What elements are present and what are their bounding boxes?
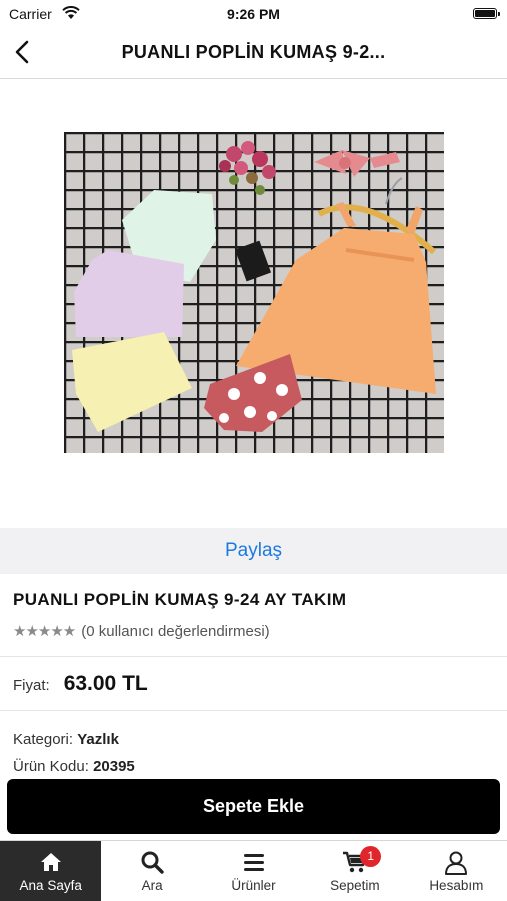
tab-search-label: Ara [141,878,163,893]
tab-home[interactable]: Ana Sayfa [0,841,102,901]
tab-account[interactable]: Hesabım [406,841,507,901]
home-icon [40,853,61,871]
price-row: Fiyat: 63.00 TL [13,672,148,696]
tab-search[interactable]: Ara [101,841,202,901]
price-label: Fiyat: [13,677,50,694]
tab-products[interactable]: Ürünler [203,841,304,901]
chevron-left-icon [15,40,29,64]
share-button[interactable]: Paylaş [0,528,507,574]
rating-row[interactable]: ★★★★★ (0 kullanıcı değerlendirmesi) [13,622,270,641]
rating-text: (0 kullanıcı değerlendirmesi) [81,622,270,640]
clock: 9:26 PM [227,6,280,22]
status-bar: Carrier 9:26 PM [0,0,507,28]
page-title: PUANLI POPLİN KUMAŞ 9-2... [121,42,386,62]
category-value[interactable]: Yazlık [77,731,119,748]
divider [0,656,507,657]
category-label: Kategori: [13,731,74,748]
tab-account-label: Hesabım [429,878,484,893]
battery-icon [473,8,500,19]
tab-products-label: Ürünler [231,878,276,893]
product-code-row: Ürün Kodu: 20395 [13,758,135,775]
search-icon [141,851,164,874]
price-value: 63.00 TL [63,672,148,695]
navigation-bar: PUANLI POPLİN KUMAŞ 9-2... [0,28,507,79]
divider [0,710,507,711]
menu-icon [243,854,264,871]
rating-stars-icon: ★★★★★ [13,623,76,640]
add-to-cart-button[interactable]: Sepete Ekle [7,779,500,834]
tab-cart[interactable]: 1 Sepetim [304,841,405,901]
product-image[interactable] [64,132,444,453]
tab-home-label: Ana Sayfa [19,878,82,893]
back-button[interactable] [8,37,38,67]
product-code-label: Ürün Kodu: [13,758,89,775]
product-image-area [0,79,507,527]
user-icon [445,851,468,875]
category-row: Kategori: Yazlık [13,731,119,748]
product-code-value: 20395 [93,758,135,775]
tab-cart-label: Sepetim [330,878,380,893]
product-name: PUANLI POPLİN KUMAŞ 9-24 AY TAKIM [13,590,347,609]
tab-bar: Ana Sayfa Ara Ürünler 1 Sepetim Hesabım [0,840,507,901]
